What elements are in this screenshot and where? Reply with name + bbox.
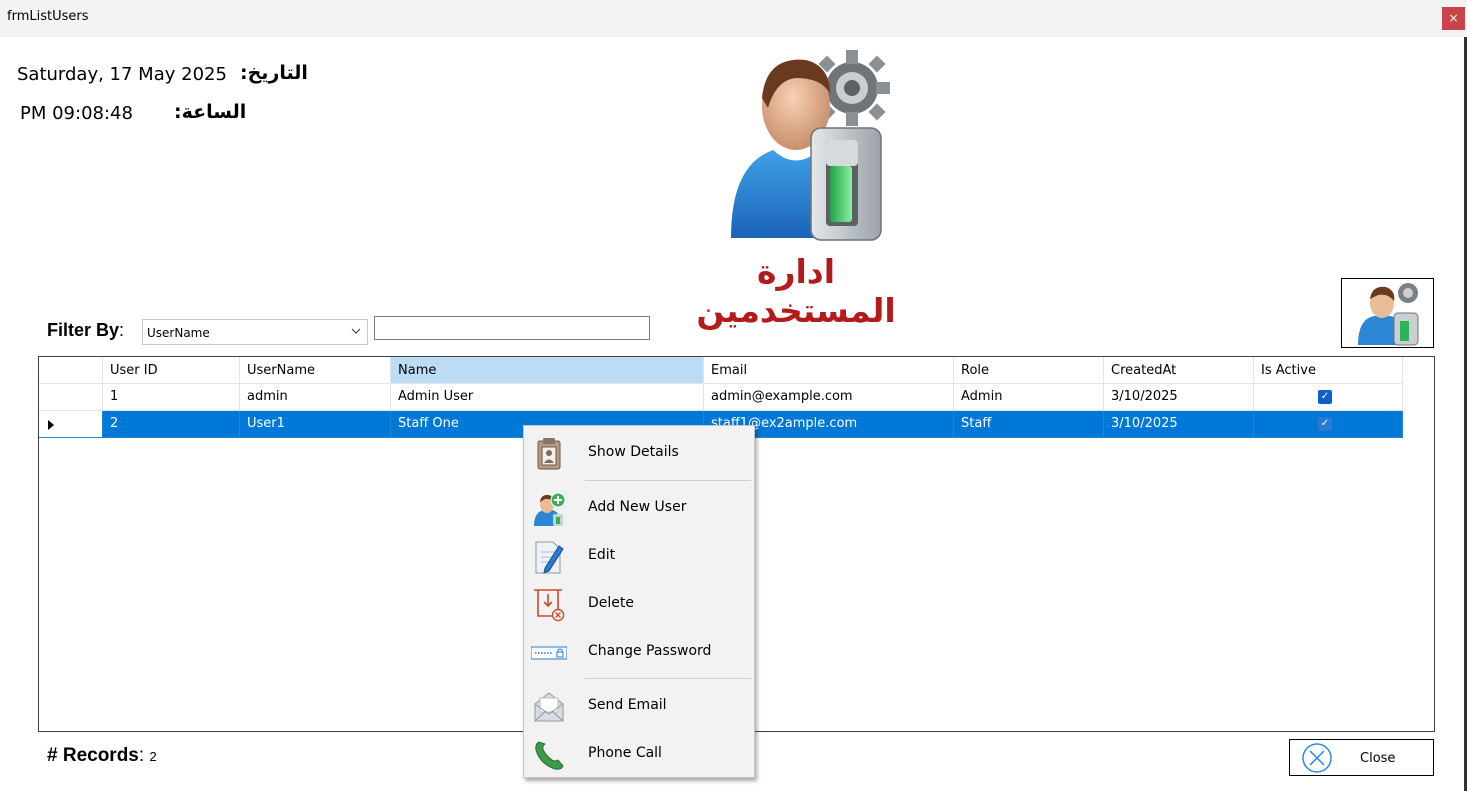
menu-item-label: Show Details [588,444,679,460]
menu-item-label: Delete [588,595,634,611]
menu-item-show-details[interactable]: Show Details [524,431,754,475]
cell-role[interactable]: Staff [954,411,1104,438]
column-header-role[interactable]: Role [954,357,1104,384]
phone-icon [535,741,564,770]
title-bar: frmListUsers × [0,0,1467,37]
column-header-email[interactable]: Email [704,357,954,384]
menu-item-label: Send Email [588,697,667,713]
cell-user-id[interactable]: 2 [103,411,240,438]
menu-item-delete[interactable]: Delete [524,582,754,626]
records-label-colon: : [138,745,145,766]
chevron-down-icon [351,328,361,334]
cell-username[interactable]: admin [240,384,391,411]
password-field-icon [531,646,567,660]
delete-icon [534,589,565,622]
time-label: الساعة: [174,101,247,123]
records-label-text: # Records [47,745,139,766]
is-active-checkbox[interactable]: ✓ [1318,390,1332,404]
date-value: Saturday, 17 May 2025 [17,64,227,85]
menu-item-change-password[interactable]: Change Password [524,630,754,674]
table-row[interactable]: 1 admin Admin User admin@example.com Adm… [39,384,1403,411]
menu-item-send-email[interactable]: Send Email [524,684,754,728]
cell-name[interactable]: Admin User [391,384,704,411]
menu-item-edit[interactable]: Edit [524,534,754,578]
window-title: frmListUsers [7,9,89,24]
page-title: ادارة المستخدمين [696,252,896,330]
menu-item-label: Change Password [588,643,712,659]
records-count: 2 [149,749,157,764]
current-row-pointer-icon [48,420,54,430]
cell-is-active[interactable]: ✓ [1254,384,1403,411]
user-settings-icon [1358,283,1419,346]
column-header-user-id[interactable]: User ID [103,357,240,384]
menu-item-label: Add New User [588,499,687,515]
close-button-label: Close [1360,751,1396,766]
column-header-created-at[interactable]: CreatedAt [1104,357,1254,384]
cell-created-at[interactable]: 3/10/2025 [1104,384,1254,411]
filter-selected-value: UserName [147,326,210,340]
cell-is-active[interactable]: ✓ [1254,411,1403,438]
cell-user-id[interactable]: 1 [103,384,240,411]
records-count-label: # Records: 2 [47,745,157,767]
menu-separator [585,480,751,481]
is-active-checkbox[interactable]: ✓ [1318,417,1332,431]
filter-text-input[interactable] [374,316,650,340]
close-button[interactable]: Close [1289,739,1434,776]
edit-document-icon [535,541,564,574]
column-header-username[interactable]: UserName [240,357,391,384]
cell-role[interactable]: Admin [954,384,1104,411]
filter-label-colon: : [119,320,125,340]
filter-label-text: Filter By [47,320,120,340]
column-header-is-active[interactable]: Is Active [1254,357,1403,384]
date-label: التاريخ: [240,62,308,84]
time-value: PM 09:08:48 [20,103,133,124]
filter-by-select[interactable]: UserName [142,319,368,345]
envelope-icon [534,692,564,722]
column-header-name[interactable]: Name [391,357,704,384]
menu-item-label: Phone Call [588,745,662,761]
row-header[interactable] [39,411,103,438]
add-user-icon [534,492,566,526]
menu-item-label: Edit [588,547,616,563]
menu-item-add-new-user[interactable]: Add New User [524,486,754,530]
window-close-button[interactable]: × [1442,7,1465,30]
cell-email[interactable]: admin@example.com [704,384,954,411]
logo-image [1341,278,1434,348]
menu-separator [585,678,751,679]
grid-header-row: User ID UserName Name Email Role Created… [39,357,1403,384]
contact-card-icon [537,438,561,470]
row-header[interactable] [39,384,103,411]
cell-created-at[interactable]: 3/10/2025 [1104,411,1254,438]
context-menu: Show Details Add New User Edit Delete Ch… [523,425,755,778]
user-settings-icon [731,50,890,241]
row-header-corner [39,357,103,384]
filter-label: Filter By: [47,320,124,341]
cell-username[interactable]: User1 [240,411,391,438]
menu-item-phone-call[interactable]: Phone Call [524,732,754,776]
close-circle-icon [1302,743,1332,773]
